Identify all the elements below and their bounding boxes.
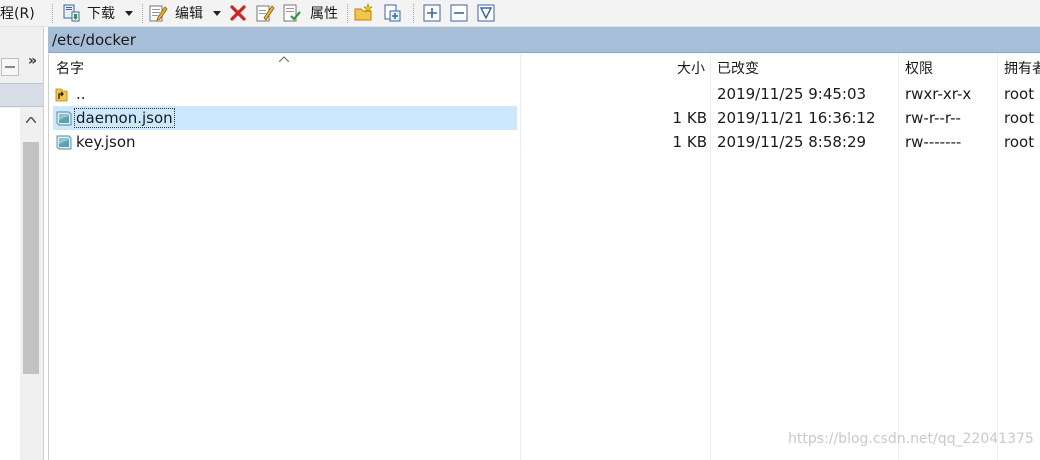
edit-label: 编辑 [175,6,203,22]
column-modified-label: 已改变 [717,61,759,77]
file-name: .. [76,85,86,103]
file-list-header: 名字 大小 已改变 权限 拥有者 [49,54,1040,82]
properties-label: 属性 [310,6,338,22]
file-modified: 2019/11/25 8:58:29 [717,133,867,151]
column-name-label: 名字 [56,61,84,77]
rename-icon[interactable] [254,2,276,24]
toolbar-separator [347,4,348,23]
scrollbar-thumb[interactable] [23,142,39,374]
column-header-name[interactable]: 名字 [56,54,84,82]
toolbar-separator [413,4,414,23]
file-name-cell: .. [53,82,517,106]
delete-icon[interactable] [227,2,249,24]
file-size: 1 KB [672,109,707,127]
edit-dropdown-caret-icon[interactable] [212,8,222,18]
toolbar-separator [52,4,53,23]
file-icon [55,133,73,151]
file-icon [55,109,73,127]
edit-button[interactable]: 编辑 [175,0,203,26]
file-owner: root [1004,85,1035,103]
column-size-label: 大小 [677,61,705,77]
tree-selected-band [0,83,43,107]
download-label: 下载 [87,6,115,22]
filter-icon[interactable] [475,2,497,24]
download-icon[interactable] [60,2,82,24]
file-permissions: rwxr-xr-x [905,85,972,103]
file-modified: 2019/11/21 16:36:12 [717,109,876,127]
file-row-key-json[interactable]: key.json 1 KB 2019/11/25 8:58:29 rw-----… [53,130,1040,154]
file-row-parent[interactable]: .. 2019/11/25 9:45:03 rwxr-xr-x root [53,82,1040,106]
collapse-button[interactable] [1,58,19,76]
download-button[interactable]: 下载 [87,0,115,26]
column-header-modified[interactable]: 已改变 [717,54,759,82]
remote-tree-pane: » [0,27,44,460]
parent-folder-icon [55,85,73,103]
scroll-up-arrow-icon[interactable] [22,108,40,132]
collapse-minus-icon [5,66,15,68]
file-name-cell: key.json [53,130,517,154]
toolbar-separator [142,4,143,23]
column-header-size[interactable]: 大小 [519,54,705,82]
properties-button[interactable]: 属性 [310,0,338,26]
file-owner: root [1004,133,1035,151]
sort-ascending-icon [278,54,290,65]
menu-remote-label: 程(R) [0,6,35,22]
unselect-minus-icon[interactable] [448,2,470,24]
file-permissions: rw------- [905,133,962,151]
select-all-plus-icon[interactable] [421,2,443,24]
properties-icon[interactable] [281,2,303,24]
tree-area [0,108,20,460]
current-path: /etc/docker [52,31,136,49]
more-chevron-icon[interactable]: » [28,53,37,69]
download-dropdown-caret-icon[interactable] [124,8,134,18]
file-owner: root [1004,109,1035,127]
column-owner-label: 拥有者 [1004,61,1040,77]
path-bar[interactable]: /etc/docker [48,27,1040,53]
watermark: https://blog.csdn.net/qq_22041375 [788,431,1034,447]
new-folder-icon[interactable] [353,2,375,24]
column-header-owner[interactable]: 拥有者 [1004,54,1040,82]
new-file-icon[interactable] [381,2,403,24]
file-name-cell: daemon.json [53,106,517,130]
menu-remote[interactable]: 程(R) [0,0,35,26]
edit-icon[interactable] [147,2,169,24]
toolbar: 程(R) 下载 编辑 属性 [0,0,1040,27]
file-name: daemon.json [74,108,175,128]
column-header-permissions[interactable]: 权限 [905,54,933,82]
file-permissions: rw-r--r-- [905,109,961,127]
file-modified: 2019/11/25 9:45:03 [717,85,867,103]
file-size: 1 KB [672,133,707,151]
tree-scrollbar[interactable] [22,108,40,460]
file-row-daemon-json[interactable]: daemon.json 1 KB 2019/11/21 16:36:12 rw-… [53,106,1040,130]
file-name: key.json [76,133,136,151]
file-list: 名字 大小 已改变 权限 拥有者 .. 2019/11/25 9:45:03 r… [48,54,1040,460]
column-permissions-label: 权限 [905,61,933,77]
